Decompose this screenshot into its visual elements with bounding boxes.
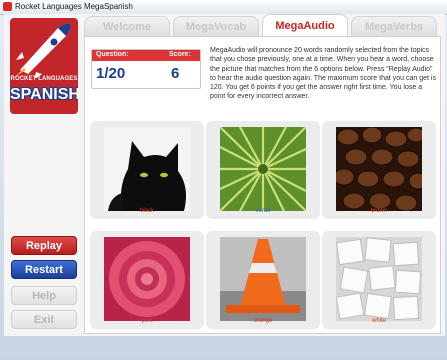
card-caption: brown: [370, 208, 388, 214]
card-caption: white: [371, 318, 386, 324]
tab-welcome[interactable]: Welcome: [84, 16, 170, 36]
traffic-cone-image[interactable]: [220, 237, 306, 321]
score-header: Question: Score:: [92, 50, 200, 61]
tab-megavocab[interactable]: MegaVocab: [173, 16, 259, 36]
card-caption: pink: [141, 318, 153, 324]
score-box: Question: Score: 1/20 6: [91, 49, 201, 89]
card-caption: black: [139, 208, 154, 214]
rocket-icon: [16, 23, 71, 78]
pink-rose-image[interactable]: [104, 237, 190, 321]
app-icon: [3, 2, 12, 11]
instructions-text: MegaAudio will pronounce 20 words random…: [210, 47, 436, 101]
app-client-area: ROCKET LANGUAGES SPANISH Replay Audio Re…: [4, 14, 445, 336]
score-label: Score:: [169, 51, 191, 58]
window-title: Rocket Languages MegaSpanish: [15, 2, 133, 11]
question-label: Question:: [96, 51, 129, 58]
restart-button[interactable]: Restart: [11, 260, 77, 279]
card-caption: orange: [253, 318, 273, 324]
black-cat-image[interactable]: [104, 127, 190, 211]
answer-card-brown[interactable]: brown: [322, 121, 436, 219]
brand-company-name: ROCKET LANGUAGES: [10, 76, 78, 82]
answer-card-pink[interactable]: pink: [90, 231, 204, 329]
help-button[interactable]: Help: [11, 286, 77, 305]
green-leaves-image[interactable]: [220, 127, 306, 211]
title-bar: Rocket Languages MegaSpanish: [0, 0, 447, 15]
app-window: Rocket Languages MegaSpanish ROCKET LANG…: [0, 0, 447, 360]
rocket-languages-logo: ROCKET LANGUAGES SPANISH: [10, 18, 78, 114]
answer-card-verde[interactable]: verde: [206, 121, 320, 219]
answer-card-white[interactable]: white: [322, 231, 436, 329]
answer-card-black[interactable]: black: [90, 121, 204, 219]
answer-card-orange[interactable]: orange: [206, 231, 320, 329]
question-value: 1/20: [96, 65, 126, 82]
sugar-cubes-image[interactable]: [336, 237, 422, 321]
tab-megaaudio[interactable]: MegaAudio: [262, 14, 348, 36]
tab-megaverbs[interactable]: MegaVerbs: [351, 16, 437, 36]
coffee-beans-image[interactable]: [336, 127, 422, 211]
brand-language-name: SPANISH: [10, 86, 78, 103]
card-caption: verde: [255, 208, 271, 214]
exit-button[interactable]: Exit: [11, 310, 77, 329]
score-value: 6: [171, 65, 180, 82]
megaaudio-panel: Question: Score: 1/20 6 MegaAudio will p…: [84, 36, 441, 334]
replay-audio-button[interactable]: Replay Audio: [11, 236, 77, 271]
